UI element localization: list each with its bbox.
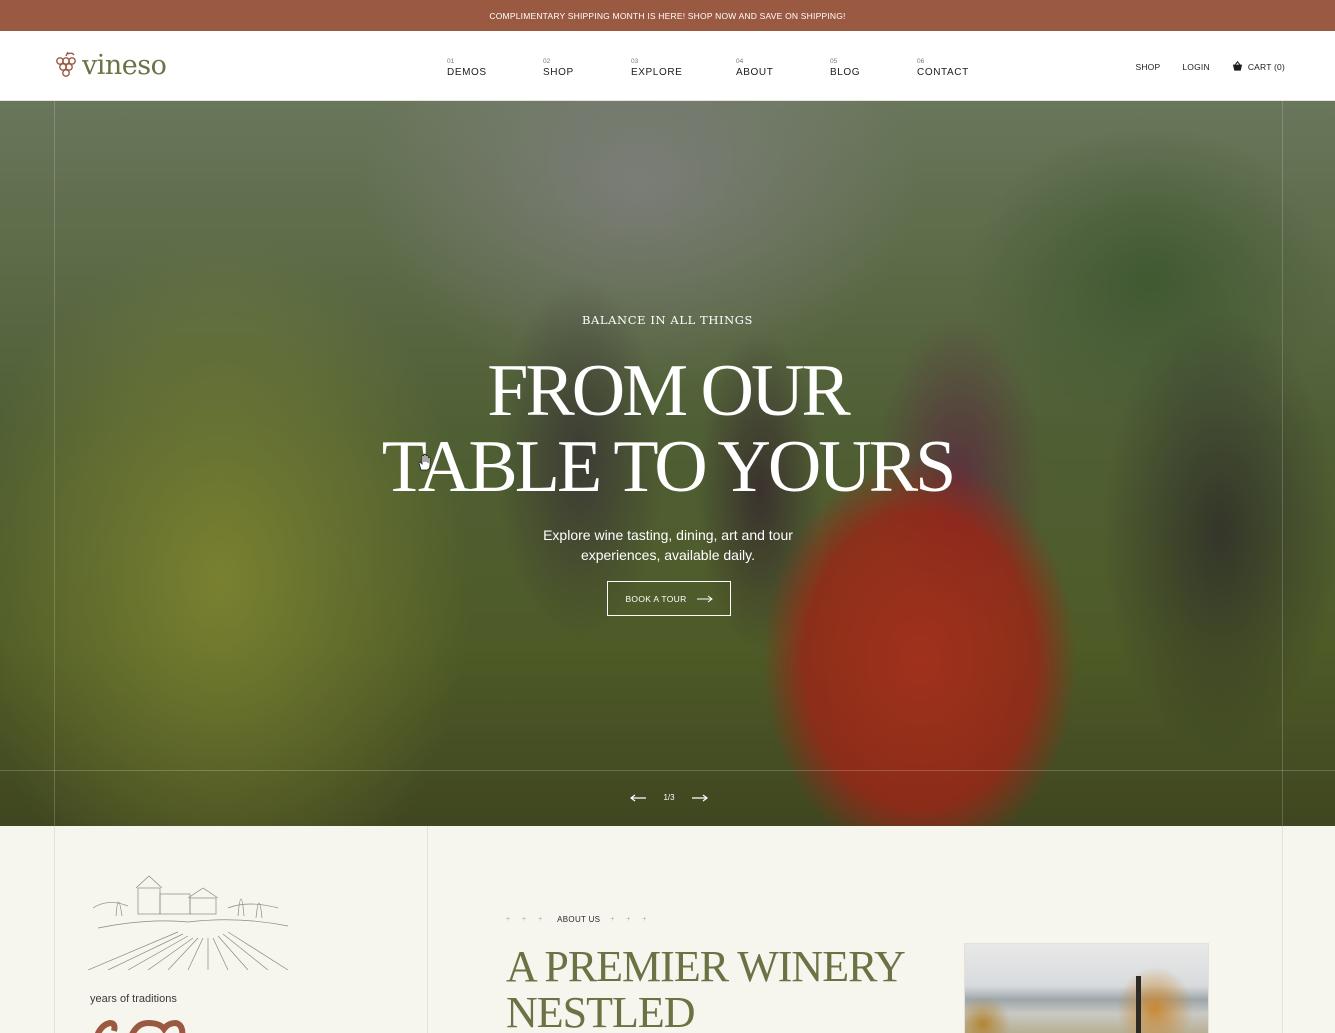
site-header: vineso 01 DEMOS 02 SHOP 03 EXPLORE 04 AB… [0,31,1335,101]
header-actions: SHOP LOGIN CART (0) [1135,61,1285,72]
page: COMPLIMENTARY SHIPPING MONTH IS HERE! SH… [0,0,1335,1033]
arrow-right-icon[interactable] [692,794,708,802]
cart-label: CART (0) [1247,61,1285,72]
nav-number: 01 [447,58,455,65]
book-tour-label: BOOK A TOUR [625,593,687,604]
nav-item-about[interactable]: 04 ABOUT [736,58,773,79]
about-eyebrow: + + + ABOUT US + + + [506,915,651,924]
nav-label: CONTACT [917,67,969,78]
hero-section: BALANCE IN ALL THINGS FROM OUR TABLE TO … [0,101,1335,826]
slider-controls: 1/3 [630,793,708,802]
nav-number: 05 [830,58,838,65]
hero-eyebrow: BALANCE IN ALL THINGS [581,313,754,327]
nav-item-demos[interactable]: 01 DEMOS [447,58,487,79]
nav-label: BLOG [830,67,861,78]
fence-post [1136,976,1141,1033]
vineyard-photo [964,943,1209,1033]
cart-button[interactable]: CART (0) [1232,61,1285,72]
nav-number: 04 [736,58,744,65]
hero-subtitle: Explore wine tasting, dining, art and to… [543,527,793,563]
slide-counter: 1/3 [663,793,675,802]
basket-icon [1232,61,1242,71]
winery-sketch-illustration [88,875,289,970]
nav-label: SHOP [543,67,574,78]
divider [54,826,55,1033]
divider [1282,826,1283,1033]
nav-number: 03 [631,58,639,65]
about-section: years of traditions + + + ABOUT US + + +… [0,826,1335,1033]
promo-bar[interactable]: COMPLIMENTARY SHIPPING MONTH IS HERE! SH… [0,0,1335,31]
nav-number: 06 [917,58,925,65]
arrow-left-icon[interactable] [630,794,646,802]
guide-line [0,770,1335,771]
login-link[interactable]: LOGIN [1182,62,1209,72]
decorative-stars: + + + [610,916,652,923]
nav-item-shop[interactable]: 02 SHOP [543,58,574,79]
years-number-graphic [94,1019,186,1033]
divider [427,826,428,1033]
about-title: A PREMIER WINERY NESTLED [506,942,904,1033]
years-label: years of traditions [90,993,177,1005]
about-eyebrow-label: ABOUT US [557,915,601,924]
nav-item-explore[interactable]: 03 EXPLORE [631,58,682,79]
nav-item-contact[interactable]: 06 CONTACT [917,58,969,79]
hero-title: FROM OUR TABLE TO YOURS [0,353,1335,505]
hero-title-line: FROM OUR [487,350,851,432]
nav-item-blog[interactable]: 05 BLOG [830,58,860,79]
hand-cursor-icon [418,454,431,471]
promo-text[interactable]: COMPLIMENTARY SHIPPING MONTH IS HERE! SH… [489,11,845,21]
nav-number: 02 [543,58,551,65]
hero-title-line: TABLE TO YOURS [381,426,957,508]
arrow-right-icon [696,595,713,602]
nav-label: EXPLORE [631,67,683,78]
book-tour-button[interactable]: BOOK A TOUR [607,581,731,616]
shop-link[interactable]: SHOP [1135,62,1160,72]
nav-label: DEMOS [447,67,487,78]
nav-label: ABOUT [736,67,774,78]
decorative-stars: + + + [506,916,548,923]
